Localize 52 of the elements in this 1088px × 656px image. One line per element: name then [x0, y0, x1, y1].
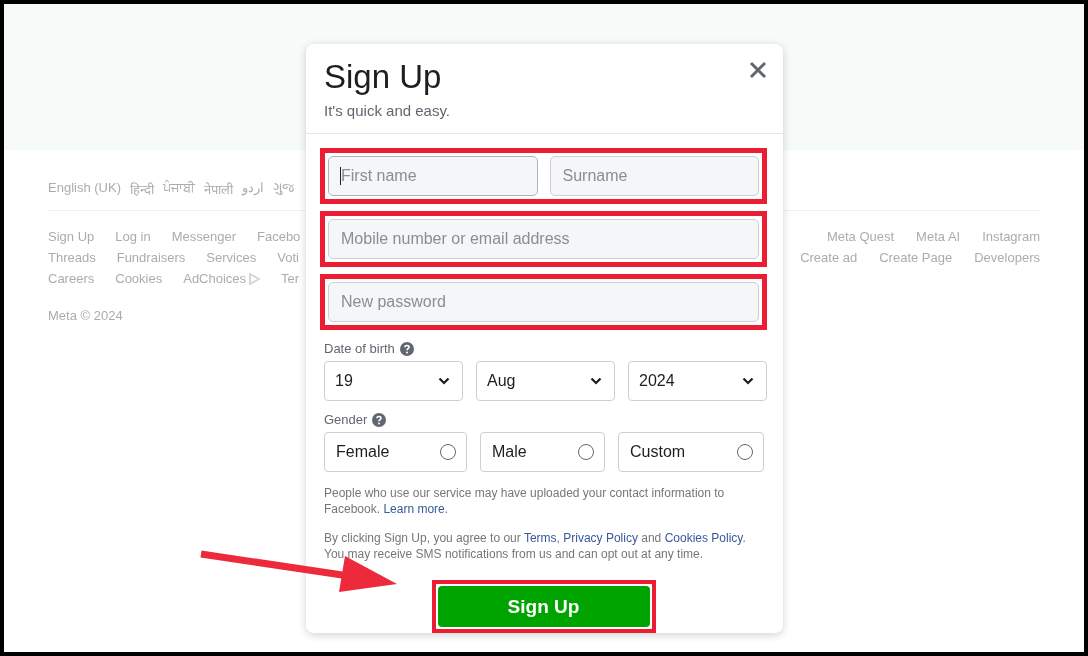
- text-link[interactable]: Terms: [523, 531, 557, 545]
- play-icon: [248, 272, 261, 285]
- close-icon[interactable]: [749, 61, 767, 79]
- chevron-icon: [438, 377, 450, 385]
- footer-link[interactable]: Create ad: [800, 250, 858, 265]
- input-field[interactable]: Mobile number or email address: [328, 219, 759, 259]
- input-field[interactable]: Surname: [549, 156, 759, 196]
- input-field[interactable]: First name: [328, 156, 538, 196]
- gender-option[interactable]: Custom: [618, 432, 764, 472]
- language-link[interactable]: اردو: [241, 180, 264, 210]
- copyright: Meta © 2024: [48, 308, 124, 323]
- footer-link[interactable]: Meta AI: [916, 229, 961, 244]
- dropdown[interactable]: 2024: [628, 361, 767, 401]
- footer-link[interactable]: Threads: [48, 250, 96, 265]
- language-link[interactable]: हिन्दी: [129, 180, 154, 210]
- footer-link[interactable]: AdChoices: [183, 271, 247, 286]
- footer-link[interactable]: Instagram: [982, 229, 1040, 244]
- field-label: Gender: [324, 412, 368, 427]
- footer-link[interactable]: Fundraisers: [116, 250, 186, 265]
- notice-text: By clicking Sign Up, you agree to our Terms, Privacy Policy and Cookies Policy. You may receive SMS notifications from us and can opt out at any time.: [324, 530, 747, 562]
- sign-up-button[interactable]: Sign Up: [437, 586, 650, 627]
- footer-link[interactable]: Ter: [281, 271, 300, 286]
- dialog-title: Sign Up: [324, 57, 442, 97]
- footer-link[interactable]: Facebo: [257, 229, 301, 244]
- dialog-subtitle: It's quick and easy.: [324, 102, 451, 119]
- language-link[interactable]: ગુજ: [272, 180, 294, 210]
- help-icon[interactable]: [372, 412, 387, 427]
- footer-link[interactable]: Voti: [277, 250, 299, 265]
- footer-link[interactable]: Cookies: [115, 271, 163, 286]
- chevron-icon: [742, 377, 754, 385]
- gender-option[interactable]: Female: [324, 432, 467, 472]
- chevron-icon: [590, 377, 602, 385]
- footer-link[interactable]: Create Page: [879, 250, 953, 265]
- footer-link[interactable]: Sign Up: [48, 229, 95, 244]
- dropdown[interactable]: Aug: [476, 361, 615, 401]
- dropdown[interactable]: 19: [324, 361, 463, 401]
- text-link[interactable]: Learn more: [383, 502, 445, 516]
- help-icon[interactable]: [399, 341, 414, 356]
- text-link[interactable]: Privacy Policy: [563, 531, 638, 545]
- field-label: Date of birth: [324, 341, 395, 356]
- footer-link[interactable]: Messenger: [171, 229, 236, 244]
- input-field[interactable]: New password: [328, 282, 759, 322]
- footer-link[interactable]: Services: [206, 250, 257, 265]
- language-link[interactable]: English (UK): [48, 180, 121, 210]
- language-link[interactable]: नेपाली: [203, 180, 233, 210]
- gender-option[interactable]: Male: [480, 432, 605, 472]
- footer-link[interactable]: Careers: [48, 271, 95, 286]
- footer-link[interactable]: Developers: [974, 250, 1040, 265]
- footer-link[interactable]: Log in: [115, 229, 151, 244]
- notice-text: People who use our service may have uploaded your contact information to Facebook. Learn more.: [324, 485, 726, 517]
- language-link[interactable]: ਪੰਜਾਬੀ: [162, 180, 195, 210]
- footer-link[interactable]: Meta Quest: [826, 229, 895, 244]
